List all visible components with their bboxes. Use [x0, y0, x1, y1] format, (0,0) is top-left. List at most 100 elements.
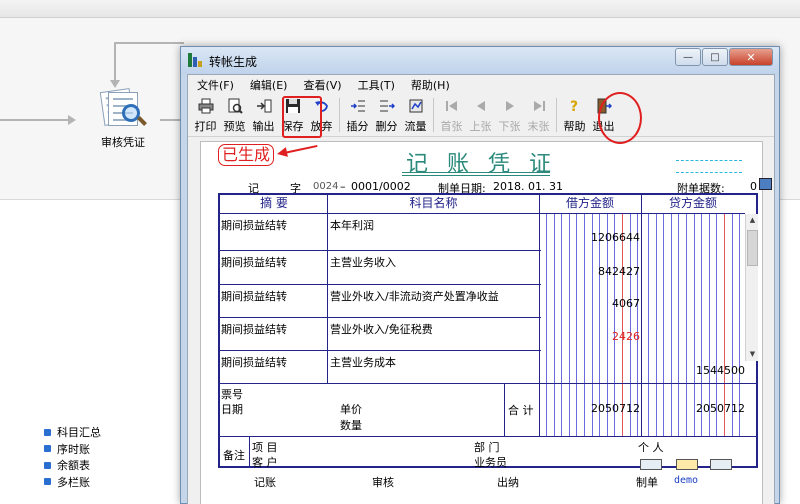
header-credit: 贷方金额	[668, 196, 717, 210]
notes-label: 备注	[223, 449, 245, 462]
flow-connector	[114, 42, 184, 44]
row-divider	[220, 350, 541, 351]
id-card-icon[interactable]	[676, 459, 698, 470]
preparer-name: demo	[674, 475, 699, 486]
row1-account[interactable]: 本年利润	[330, 217, 374, 233]
insert-entry-button[interactable]: 插分	[343, 95, 372, 133]
toolbar-separator	[433, 98, 434, 132]
next-page-icon	[502, 98, 518, 114]
row3-summary[interactable]: 期间损益结转	[221, 288, 287, 304]
row5-credit[interactable]: 1544500	[644, 364, 745, 377]
link-journal[interactable]: 序时账	[44, 441, 101, 458]
dashed-field	[676, 160, 742, 161]
quantity-label: 数量	[340, 419, 362, 432]
row2-summary[interactable]: 期间损益结转	[221, 254, 287, 270]
audit-voucher-label: 审核凭证	[101, 136, 145, 149]
voucher-entry-grid: 摘 要 科目名称 借方金额 贷方金额 期间损益结转 本年利润 1206644 期…	[218, 193, 758, 469]
toolbar: 打印 预览 输出 保存 放弃 插分 删分 流量 首张 上张 下张 末张 ? 帮助…	[188, 95, 774, 137]
row-divider	[220, 383, 758, 384]
report-link-list: 科目汇总 序时账 余额表 多栏账	[44, 424, 101, 490]
attachment-search-icon[interactable]	[759, 178, 772, 190]
grid-scrollbar[interactable]: ▲ ▼	[745, 214, 758, 361]
save-button[interactable]: 保存	[278, 95, 307, 133]
preview-icon	[227, 98, 243, 114]
last-voucher-button[interactable]: 末张	[524, 95, 553, 133]
print-button[interactable]: 打印	[191, 95, 220, 133]
audit-voucher-node[interactable]: 审核凭证	[88, 88, 158, 158]
personal-label: 个 人	[638, 441, 664, 454]
undo-icon	[314, 98, 330, 114]
menu-bar: 文件(F) 编辑(E) 查看(V) 工具(T) 帮助(H)	[188, 75, 774, 95]
export-button[interactable]: 输出	[249, 95, 278, 133]
row3-account[interactable]: 营业外收入/非流动资产处置净收益	[330, 288, 499, 304]
status-generated-stamp: 已生成	[218, 144, 275, 166]
row5-summary[interactable]: 期间损益结转	[221, 354, 287, 370]
preview-button[interactable]: 预览	[220, 95, 249, 133]
first-page-icon	[444, 98, 460, 114]
delete-entry-button[interactable]: 删分	[372, 95, 401, 133]
first-voucher-button[interactable]: 首张	[437, 95, 466, 133]
row-divider	[220, 250, 541, 251]
review-signoff: 审核	[372, 476, 394, 489]
header-summary: 摘 要	[260, 196, 288, 210]
discard-button[interactable]: 放弃	[307, 95, 336, 133]
link-balance-sheet[interactable]: 余额表	[44, 457, 101, 474]
menu-tools[interactable]: 工具(T)	[353, 77, 400, 93]
next-voucher-button[interactable]: 下张	[495, 95, 524, 133]
bank-card-icon[interactable]	[640, 459, 662, 470]
voucher-number-separator: –	[340, 180, 346, 193]
bullet-icon	[44, 478, 51, 486]
cash-flow-button[interactable]: 流量	[401, 95, 430, 133]
debit-total: 2050712	[591, 402, 640, 415]
scroll-up-arrow-icon[interactable]: ▲	[746, 214, 759, 227]
menu-edit[interactable]: 编辑(E)	[245, 77, 293, 93]
voucher-date[interactable]: 2018. 01. 31	[493, 180, 563, 193]
column-divider	[504, 383, 505, 437]
help-button[interactable]: ? 帮助	[560, 95, 589, 133]
menu-file[interactable]: 文件(F)	[192, 77, 239, 93]
close-button[interactable]: ✕	[729, 48, 773, 66]
row4-summary[interactable]: 期间损益结转	[221, 321, 287, 337]
edit-pencil-icon[interactable]	[710, 459, 732, 470]
audit-voucher-icon	[99, 88, 147, 128]
flow-connector	[160, 119, 182, 121]
header-account: 科目名称	[409, 196, 458, 210]
row1-debit[interactable]: 1206644	[542, 231, 640, 244]
maximize-button[interactable]: □	[702, 48, 728, 66]
row2-debit[interactable]: 842427	[542, 265, 640, 278]
row4-account[interactable]: 营业外收入/免征税费	[330, 321, 433, 337]
link-multi-column[interactable]: 多栏账	[44, 474, 101, 491]
row1-summary[interactable]: 期间损益结转	[221, 217, 287, 233]
row-divider	[220, 284, 541, 285]
exit-door-icon	[596, 98, 612, 114]
department-label: 部 门	[474, 441, 500, 454]
background-header	[0, 0, 800, 18]
scroll-thumb[interactable]	[747, 230, 758, 266]
delete-row-icon	[379, 98, 395, 114]
previous-page-icon	[473, 98, 489, 114]
row3-debit[interactable]: 4067	[542, 297, 640, 310]
row5-account[interactable]: 主营业务成本	[330, 354, 396, 370]
printer-icon	[198, 98, 214, 114]
attachments-count[interactable]: 0	[750, 180, 757, 193]
link-account-summary[interactable]: 科目汇总	[44, 424, 101, 441]
floppy-disk-icon	[285, 98, 301, 114]
row-divider	[220, 213, 745, 214]
column-divider	[539, 195, 540, 437]
bullet-icon	[44, 445, 51, 453]
flow-arrow	[68, 115, 76, 125]
row4-debit[interactable]: 2426	[542, 330, 640, 343]
row2-account[interactable]: 主营业务收入	[330, 254, 396, 270]
menu-view[interactable]: 查看(V)	[298, 77, 346, 93]
title-bar[interactable]: 转帐生成 — □ ✕	[181, 47, 779, 74]
menu-help[interactable]: 帮助(H)	[406, 77, 455, 93]
salesman-label: 业务员	[474, 456, 507, 469]
exit-button[interactable]: 退出	[589, 95, 618, 133]
flow-connector	[114, 42, 116, 82]
project-label: 项 目	[252, 441, 278, 454]
minimize-button[interactable]: —	[675, 48, 701, 66]
scroll-down-arrow-icon[interactable]: ▼	[746, 348, 759, 361]
column-divider	[249, 436, 250, 468]
previous-voucher-button[interactable]: 上张	[466, 95, 495, 133]
info-date-label: 日期	[221, 403, 243, 416]
